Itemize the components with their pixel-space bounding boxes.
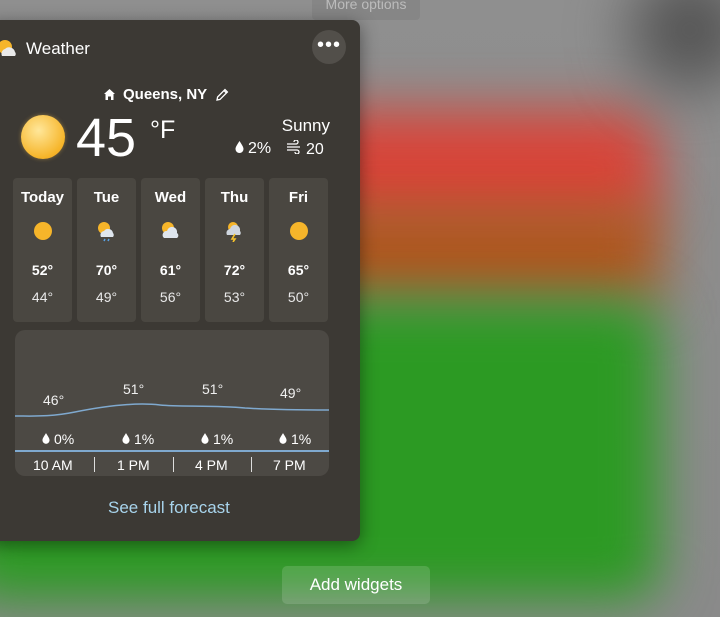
home-icon xyxy=(103,88,116,101)
current-precipitation: 2% xyxy=(235,140,271,158)
more-options-button[interactable]: ••• xyxy=(312,30,346,64)
add-widgets-button[interactable]: Add widgets xyxy=(282,566,430,604)
more-options-tooltip: More options xyxy=(312,0,420,20)
hourly-baseline xyxy=(15,450,329,452)
sunny-large-icon xyxy=(21,115,65,159)
hourly-precip: 1% xyxy=(201,431,233,447)
hourly-time: 1 PM xyxy=(117,457,150,473)
partly-cloudy-rain-icon xyxy=(95,220,119,242)
time-separator xyxy=(94,457,95,472)
hourly-time: 4 PM xyxy=(195,457,228,473)
raindrop-icon xyxy=(201,431,209,447)
day-card-tue[interactable]: Tue 70° 49° xyxy=(77,178,136,322)
wind-icon xyxy=(286,139,302,159)
raindrop-icon xyxy=(235,140,244,158)
raindrop-icon xyxy=(279,431,287,447)
hourly-temp: 46° xyxy=(43,392,65,408)
location-row: Queens, NY xyxy=(103,86,230,103)
hourly-time: 10 AM xyxy=(33,457,73,473)
time-separator xyxy=(251,457,252,472)
hourly-precip: 1% xyxy=(279,431,311,447)
day-card-wed[interactable]: Wed 61° 56° xyxy=(141,178,200,322)
time-separator xyxy=(173,457,174,472)
edit-location-icon[interactable] xyxy=(214,87,230,103)
current-wind: 20 xyxy=(286,139,324,159)
widget-title: Weather xyxy=(26,39,90,58)
daily-forecast: Today 52° 44° Tue 70° 49° Wed 61° 56° Th… xyxy=(13,178,328,322)
weather-logo-icon xyxy=(0,38,18,60)
hourly-precip: 1% xyxy=(122,431,154,447)
hourly-time: 7 PM xyxy=(273,457,306,473)
sunny-icon xyxy=(288,220,310,242)
location-name: Queens, NY xyxy=(123,86,208,103)
day-card-thu[interactable]: Thu 72° 53° xyxy=(205,178,264,322)
day-card-today[interactable]: Today 52° 44° xyxy=(13,178,72,322)
current-temperature: 45 xyxy=(76,108,137,168)
hourly-temp: 51° xyxy=(123,381,145,397)
thunderstorm-icon xyxy=(223,220,247,243)
temperature-unit[interactable]: °F xyxy=(150,116,175,145)
hourly-precip: 0% xyxy=(42,431,74,447)
current-condition: Sunny xyxy=(281,116,330,135)
raindrop-icon xyxy=(122,431,130,447)
hourly-temp: 51° xyxy=(202,381,224,397)
see-full-forecast-link[interactable]: See full forecast xyxy=(108,498,230,518)
partly-cloudy-icon xyxy=(159,220,183,242)
hourly-time-axis: 10 AM 1 PM 4 PM 7 PM xyxy=(15,457,329,475)
hourly-temp: 49° xyxy=(280,385,302,401)
hourly-forecast[interactable]: 46° 51° 51° 49° 0% 1% 1% 1% 10 AM 1 PM 4… xyxy=(15,330,329,476)
weather-widget[interactable]: Weather ••• Queens, NY 45 °F Sunny 2% 20… xyxy=(0,20,360,541)
ellipsis-icon: ••• xyxy=(316,34,341,56)
raindrop-icon xyxy=(42,431,50,447)
day-card-fri[interactable]: Fri 65° 50° xyxy=(269,178,328,322)
sunny-icon xyxy=(32,220,54,242)
